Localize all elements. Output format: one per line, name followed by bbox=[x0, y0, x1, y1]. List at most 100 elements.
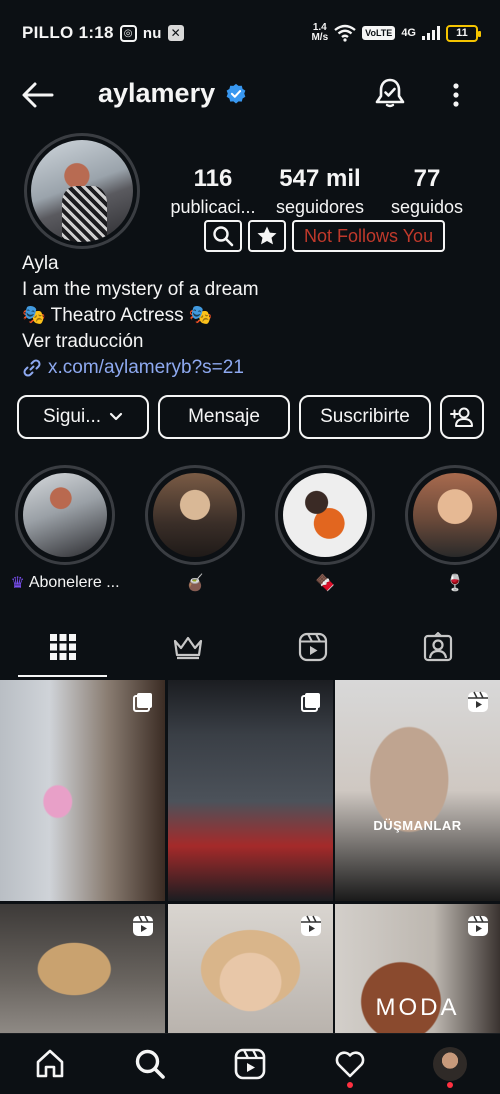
following-button[interactable]: Sigui... bbox=[17, 395, 149, 439]
nu-notification-icon: nu bbox=[142, 24, 162, 42]
translate-link[interactable]: Ver traducción bbox=[22, 329, 482, 355]
reels-icon bbox=[300, 915, 321, 936]
following-label: Sigui... bbox=[42, 406, 102, 427]
profile-avatar-icon bbox=[433, 1047, 467, 1081]
highlight-label: 🍫 bbox=[315, 575, 335, 592]
network-type: 4G bbox=[401, 27, 416, 39]
notification-dot bbox=[347, 1082, 353, 1088]
status-right: 1.4 M/s VoLTE 4G 11 bbox=[311, 22, 481, 43]
instagram-notification-icon: ◎ bbox=[119, 24, 137, 42]
stat-value: 77 bbox=[413, 165, 441, 192]
highlight-image bbox=[283, 473, 367, 557]
post-thumbnail[interactable] bbox=[167, 904, 333, 1034]
search-icon bbox=[213, 226, 234, 247]
post-thumbnail[interactable]: MODA bbox=[335, 904, 500, 1034]
reels-icon bbox=[468, 915, 488, 936]
nav-search[interactable] bbox=[122, 1036, 178, 1092]
posts-grid: DÜŞMANLAR MODA bbox=[0, 680, 500, 1034]
grid-icon bbox=[49, 634, 76, 660]
profile-tabs bbox=[0, 617, 500, 677]
highlight-image bbox=[23, 473, 107, 557]
star-icon bbox=[257, 226, 277, 245]
stat-posts[interactable]: 116 publicaci... bbox=[160, 164, 266, 220]
signal-icon bbox=[422, 26, 440, 40]
bio-link-text: x.com/aylameryb?s=21 bbox=[48, 357, 244, 378]
message-button[interactable]: Mensaje bbox=[158, 395, 290, 439]
add-person-icon bbox=[450, 407, 473, 427]
highlight-image bbox=[153, 473, 237, 557]
status-left: PILLO 1:18 ◎ nu ✕ bbox=[22, 23, 184, 43]
profile-bio: Ayla I am the mystery of a dream 🎭 Theat… bbox=[22, 251, 482, 381]
profile-stats: 116 publicaci... 547 mil seguidores 77 s… bbox=[160, 164, 480, 220]
profile-username: aylamery bbox=[98, 78, 216, 108]
post-thumbnail[interactable] bbox=[167, 680, 333, 901]
stat-label: seguidos bbox=[390, 197, 464, 217]
nav-activity[interactable] bbox=[322, 1036, 378, 1092]
suggested-users-button[interactable] bbox=[440, 395, 484, 439]
avatar-image bbox=[31, 140, 133, 242]
back-arrow-icon[interactable] bbox=[20, 78, 56, 112]
post-thumbnail[interactable] bbox=[0, 904, 165, 1034]
stat-label: seguidores bbox=[275, 197, 365, 217]
reels-icon bbox=[298, 632, 327, 662]
battery-icon: 11 bbox=[446, 24, 481, 42]
profile-avatar[interactable] bbox=[24, 133, 140, 249]
highlight-ring bbox=[15, 465, 115, 565]
not-follows-you-badge[interactable]: Not Follows You bbox=[292, 220, 446, 252]
highlight-item[interactable]: 🍫 bbox=[274, 465, 376, 593]
link-icon bbox=[23, 359, 41, 377]
highlight-item[interactable]: 🍷 bbox=[404, 465, 500, 593]
profile-name: Ayla bbox=[22, 253, 59, 274]
reels-icon bbox=[133, 915, 153, 936]
highlight-label: 🍷 bbox=[445, 575, 465, 592]
highlight-image bbox=[413, 473, 497, 557]
highlight-ring bbox=[145, 465, 245, 565]
story-highlights: ♛ Abonelere ... 🧉 🍫 🍷 bbox=[10, 465, 500, 593]
notification-dot bbox=[447, 1082, 453, 1088]
chevron-down-icon bbox=[109, 412, 123, 421]
notifications-bell-icon[interactable] bbox=[373, 76, 407, 110]
extension-toolbar: Not Follows You bbox=[204, 220, 446, 252]
tab-reels[interactable] bbox=[250, 617, 375, 677]
post-thumbnail[interactable]: DÜŞMANLAR bbox=[335, 680, 500, 901]
favorite-button[interactable] bbox=[248, 220, 286, 252]
subscribe-button[interactable]: Suscribirte bbox=[299, 395, 431, 439]
bio-link[interactable]: x.com/aylameryb?s=21 bbox=[22, 355, 482, 381]
verified-badge-icon bbox=[226, 83, 246, 104]
x-notification-icon: ✕ bbox=[167, 25, 184, 41]
volte-badge: VoLTE bbox=[362, 26, 396, 40]
highlight-label: 🧉 bbox=[185, 575, 205, 592]
nav-home[interactable] bbox=[22, 1036, 78, 1092]
stat-value: 547 mil bbox=[279, 165, 361, 192]
search-icon bbox=[135, 1049, 165, 1079]
wifi-icon bbox=[334, 24, 356, 42]
carousel-icon bbox=[133, 693, 152, 712]
tab-tagged[interactable] bbox=[375, 617, 500, 677]
highlight-item[interactable]: 🧉 bbox=[144, 465, 246, 593]
reels-icon bbox=[468, 691, 488, 712]
stat-following[interactable]: 77 seguidos bbox=[374, 164, 480, 220]
bio-line: I am the mystery of a dream bbox=[22, 279, 259, 300]
post-thumbnail[interactable] bbox=[0, 680, 165, 901]
search-button[interactable] bbox=[204, 220, 242, 252]
post-overlay-text: MODA bbox=[375, 994, 460, 1021]
more-options-icon[interactable] bbox=[444, 78, 468, 112]
tab-posts-grid[interactable] bbox=[0, 617, 125, 677]
nav-profile[interactable] bbox=[422, 1036, 478, 1092]
tab-subscriber-content[interactable] bbox=[125, 617, 250, 677]
status-bar: PILLO 1:18 ◎ nu ✕ 1.4 M/s VoLTE 4G 11 bbox=[0, 0, 500, 66]
heart-icon bbox=[335, 1051, 365, 1078]
nav-reels[interactable] bbox=[222, 1036, 278, 1092]
reels-icon bbox=[234, 1048, 266, 1080]
bottom-navigation bbox=[0, 1033, 500, 1094]
highlight-ring bbox=[275, 465, 375, 565]
network-speed: 1.4 M/s bbox=[311, 22, 329, 43]
tagged-person-icon bbox=[423, 632, 452, 662]
crown-icon bbox=[173, 636, 202, 660]
highlight-label: ♛ Abonelere ... bbox=[10, 574, 120, 592]
stat-followers[interactable]: 547 mil seguidores bbox=[267, 164, 373, 220]
stat-label: publicaci... bbox=[170, 197, 256, 217]
post-overlay-text: DÜŞMANLAR bbox=[373, 818, 462, 833]
bio-line: 🎭 Theatro Actress 🎭 bbox=[22, 305, 213, 326]
highlight-item[interactable]: ♛ Abonelere ... bbox=[10, 465, 120, 593]
